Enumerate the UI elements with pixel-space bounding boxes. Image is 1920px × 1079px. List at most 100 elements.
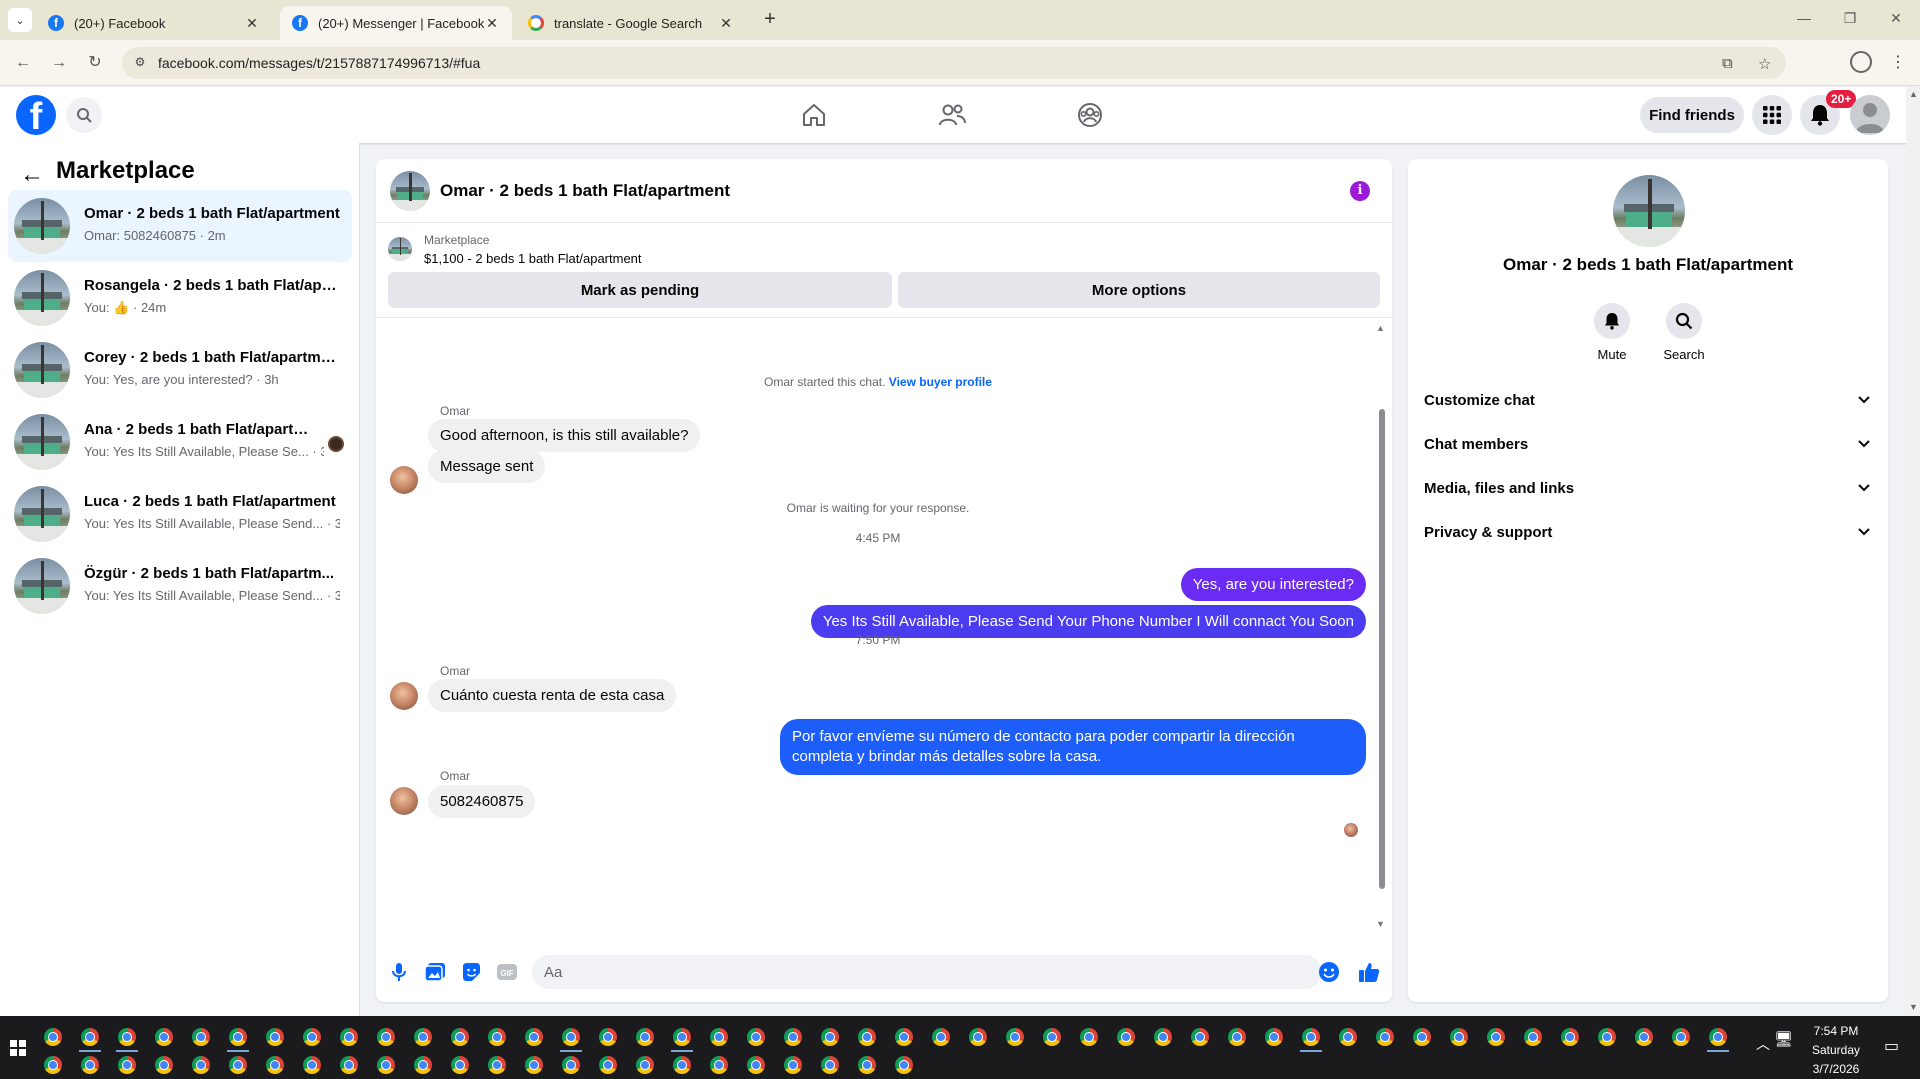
- chrome-taskbar-icon[interactable]: [821, 1028, 839, 1046]
- mute-button[interactable]: [1594, 303, 1630, 339]
- chat-thumbnail[interactable]: [390, 171, 430, 211]
- up-chevron-icon[interactable]: ︿: [1756, 1034, 1770, 1054]
- chrome-taskbar-icon[interactable]: [1450, 1028, 1468, 1046]
- chrome-taskbar-icon[interactable]: [266, 1056, 284, 1074]
- find-friends-button[interactable]: Find friends: [1640, 97, 1744, 133]
- install-app-icon[interactable]: ⧉: [1722, 55, 1733, 72]
- chrome-taskbar-icon[interactable]: [1672, 1028, 1690, 1046]
- chrome-taskbar-icon[interactable]: [488, 1028, 506, 1046]
- chrome-taskbar-icon[interactable]: [303, 1028, 321, 1046]
- privacy-support-section[interactable]: Privacy & support: [1424, 515, 1872, 551]
- chrome-taskbar-icon[interactable]: [192, 1028, 210, 1046]
- close-window-icon[interactable]: ✕: [1886, 10, 1906, 27]
- chrome-taskbar-icon[interactable]: [118, 1056, 136, 1074]
- chat-members-section[interactable]: Chat members: [1424, 427, 1872, 463]
- chrome-taskbar-icon[interactable]: [488, 1056, 506, 1074]
- forward-icon[interactable]: →: [48, 52, 70, 74]
- network-icon[interactable]: 🖥: [1774, 1030, 1793, 1048]
- close-tab-icon[interactable]: ✕: [484, 15, 500, 32]
- chrome-taskbar-icon[interactable]: [710, 1028, 728, 1046]
- chrome-taskbar-icon[interactable]: [1339, 1028, 1357, 1046]
- browser-menu-icon[interactable]: ⋮: [1890, 52, 1906, 72]
- chrome-taskbar-icon[interactable]: [525, 1056, 543, 1074]
- minimize-icon[interactable]: —: [1794, 10, 1814, 26]
- chrome-taskbar-icon[interactable]: [1598, 1028, 1616, 1046]
- chrome-taskbar-icon[interactable]: [44, 1028, 62, 1046]
- chrome-taskbar-icon[interactable]: [1709, 1028, 1727, 1046]
- info-icon[interactable]: i: [1350, 181, 1370, 201]
- chrome-taskbar-icon[interactable]: [1228, 1028, 1246, 1046]
- gif-button[interactable]: GIF: [496, 961, 518, 983]
- chrome-taskbar-icon[interactable]: [303, 1056, 321, 1074]
- chrome-taskbar-icon[interactable]: [1080, 1028, 1098, 1046]
- menu-grid-button[interactable]: [1752, 95, 1792, 135]
- sender-avatar[interactable]: [390, 682, 418, 710]
- account-avatar[interactable]: [1850, 95, 1890, 135]
- site-info-icon[interactable]: ⚙: [132, 55, 148, 71]
- chrome-taskbar-icon[interactable]: [784, 1056, 802, 1074]
- chrome-taskbar-icon[interactable]: [1524, 1028, 1542, 1046]
- chrome-taskbar-icon[interactable]: [1191, 1028, 1209, 1046]
- restore-icon[interactable]: ❐: [1840, 10, 1860, 27]
- back-icon[interactable]: ←: [12, 52, 34, 74]
- chrome-taskbar-icon[interactable]: [81, 1056, 99, 1074]
- chrome-taskbar-icon[interactable]: [858, 1028, 876, 1046]
- chrome-taskbar-icon[interactable]: [1043, 1028, 1061, 1046]
- search-conversation-button[interactable]: [1666, 303, 1702, 339]
- chrome-taskbar-icon[interactable]: [1635, 1028, 1653, 1046]
- reload-icon[interactable]: ↻: [84, 52, 106, 74]
- chrome-taskbar-icon[interactable]: [1302, 1028, 1320, 1046]
- chat-scrollbar[interactable]: ▲ ▼: [1376, 323, 1386, 929]
- chrome-taskbar-icon[interactable]: [155, 1028, 173, 1046]
- chrome-taskbar-icon[interactable]: [1487, 1028, 1505, 1046]
- tab-list-button[interactable]: ⌄: [8, 8, 32, 32]
- chrome-taskbar-icon[interactable]: [599, 1056, 617, 1074]
- chrome-taskbar-icon[interactable]: [673, 1028, 691, 1046]
- chrome-taskbar-icon[interactable]: [1006, 1028, 1024, 1046]
- chrome-taskbar-icon[interactable]: [562, 1028, 580, 1046]
- tab-messenger[interactable]: f (20+) Messenger | Facebook ✕: [280, 6, 512, 40]
- chrome-taskbar-icon[interactable]: [1561, 1028, 1579, 1046]
- chrome-taskbar-icon[interactable]: [895, 1028, 913, 1046]
- chrome-taskbar-icon[interactable]: [44, 1056, 62, 1074]
- chrome-taskbar-icon[interactable]: [525, 1028, 543, 1046]
- scroll-up-icon[interactable]: ▲: [1909, 89, 1918, 99]
- scrollbar-thumb[interactable]: [1379, 409, 1385, 889]
- facebook-logo-icon[interactable]: f: [16, 95, 56, 135]
- close-tab-icon[interactable]: ✕: [718, 15, 734, 32]
- chrome-taskbar-icon[interactable]: [1117, 1028, 1135, 1046]
- close-tab-icon[interactable]: ✕: [244, 15, 260, 32]
- chrome-taskbar-icon[interactable]: [414, 1056, 432, 1074]
- message-input[interactable]: Aa: [532, 955, 1322, 989]
- sender-avatar[interactable]: [390, 466, 418, 494]
- chrome-taskbar-icon[interactable]: [562, 1056, 580, 1074]
- media-files-links-section[interactable]: Media, files and links: [1424, 471, 1872, 507]
- chrome-taskbar-icon[interactable]: [1154, 1028, 1172, 1046]
- conversation-item[interactable]: Corey · 2 beds 1 bath Flat/apartment You…: [8, 334, 352, 406]
- notifications-center-icon[interactable]: ▭: [1884, 1036, 1899, 1056]
- search-action[interactable]: Search: [1654, 303, 1714, 362]
- chrome-taskbar-icon[interactable]: [821, 1056, 839, 1074]
- page-scrollbar[interactable]: ▲ ▼: [1906, 87, 1920, 1016]
- chrome-taskbar-icon[interactable]: [451, 1056, 469, 1074]
- chrome-taskbar-icon[interactable]: [932, 1028, 950, 1046]
- windows-start-icon[interactable]: [10, 1040, 26, 1056]
- send-like-button[interactable]: [1358, 961, 1380, 983]
- chrome-taskbar-icon[interactable]: [784, 1028, 802, 1046]
- chat-title[interactable]: Omar · 2 beds 1 bath Flat/apartment: [440, 181, 730, 201]
- scroll-up-icon[interactable]: ▲: [1376, 323, 1385, 333]
- nav-friends[interactable]: [932, 95, 972, 135]
- nav-home[interactable]: [794, 95, 834, 135]
- chrome-taskbar-icon[interactable]: [229, 1028, 247, 1046]
- chrome-taskbar-icon[interactable]: [377, 1028, 395, 1046]
- chrome-taskbar-icon[interactable]: [340, 1028, 358, 1046]
- conversation-item[interactable]: Rosangela · 2 beds 1 bath Flat/apa... Yo…: [8, 262, 352, 334]
- system-clock[interactable]: 7:54 PM Saturday 3/7/2026: [1796, 1022, 1876, 1079]
- listing-title[interactable]: $1,100 - 2 beds 1 bath Flat/apartment: [424, 251, 642, 266]
- sticker-button[interactable]: [460, 961, 482, 983]
- chrome-taskbar-icon[interactable]: [229, 1056, 247, 1074]
- tab-facebook[interactable]: f (20+) Facebook ✕: [36, 6, 272, 40]
- chrome-taskbar-icon[interactable]: [1376, 1028, 1394, 1046]
- chrome-taskbar-icon[interactable]: [858, 1056, 876, 1074]
- chrome-taskbar-icon[interactable]: [747, 1028, 765, 1046]
